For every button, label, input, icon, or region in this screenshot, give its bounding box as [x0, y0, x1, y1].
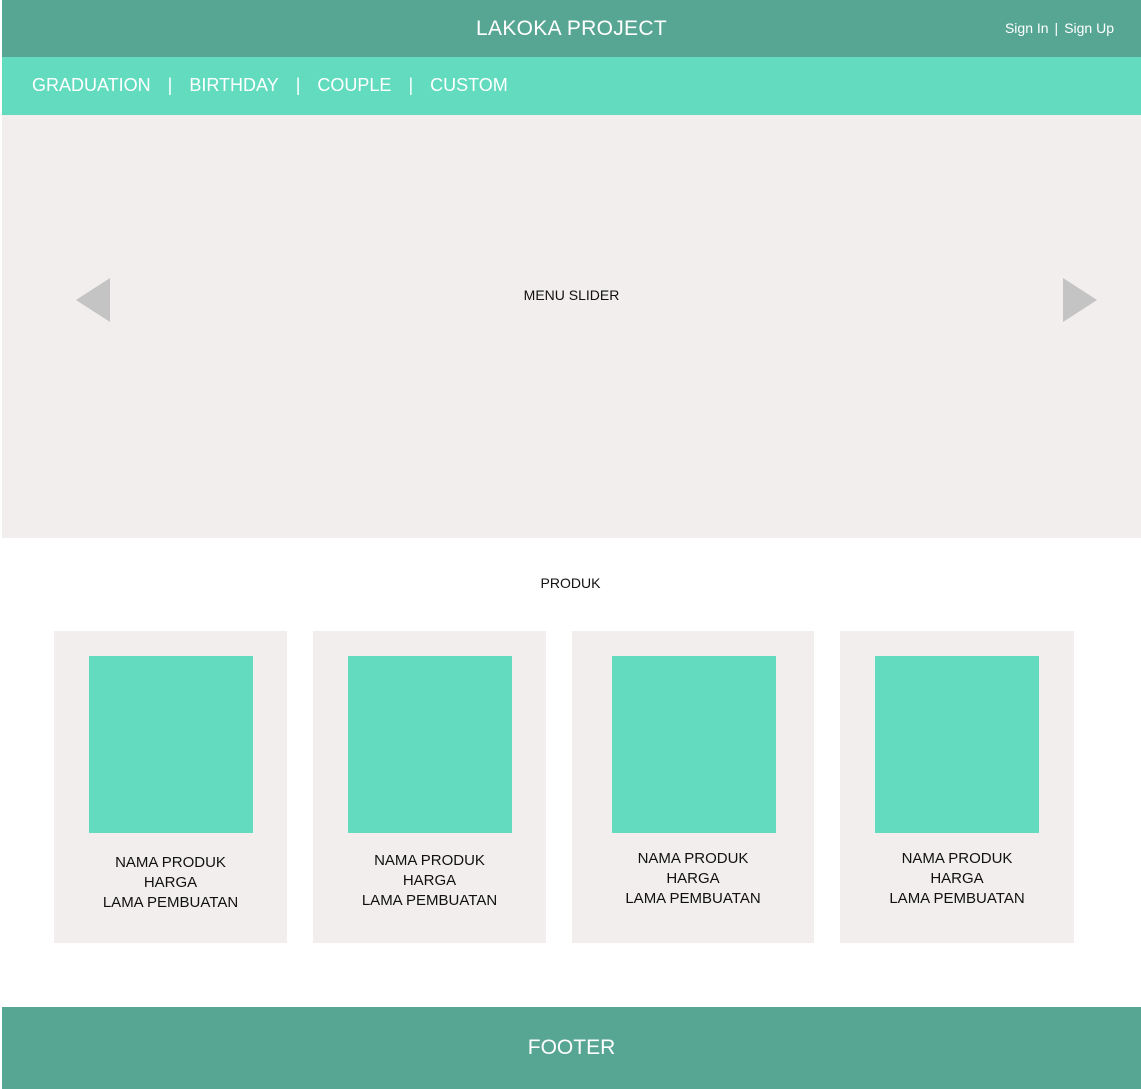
product-name: NAMA PRODUK	[374, 852, 485, 869]
product-info: NAMA PRODUK HARGA LAMA PEMBUATAN	[54, 853, 287, 913]
slider-label: MENU SLIDER	[523, 287, 620, 303]
product-info: NAMA PRODUK HARGA LAMA PEMBUATAN	[572, 849, 814, 909]
sign-up-link[interactable]: Sign Up	[1064, 20, 1114, 36]
product-image	[348, 656, 512, 833]
header-bar: LAKOKA PROJECT Sign In | Sign Up	[2, 0, 1141, 57]
product-price: HARGA	[930, 870, 984, 887]
products-title: PRODUK	[540, 575, 601, 591]
product-duration: LAMA PEMBUATAN	[889, 890, 1025, 907]
product-name: NAMA PRODUK	[901, 850, 1013, 867]
nav-separator: |	[408, 75, 414, 95]
product-image	[89, 656, 253, 833]
product-card[interactable]: NAMA PRODUK HARGA LAMA PEMBUATAN	[840, 631, 1074, 943]
product-name: NAMA PRODUK	[115, 854, 226, 871]
footer-label: FOOTER	[527, 1036, 616, 1059]
product-card[interactable]: NAMA PRODUK HARGA LAMA PEMBUATAN	[54, 631, 287, 943]
nav-item-birthday[interactable]: BIRTHDAY	[189, 75, 278, 95]
product-info: NAMA PRODUK HARGA LAMA PEMBUATAN	[313, 851, 546, 911]
product-duration: LAMA PEMBUATAN	[361, 892, 498, 909]
product-name: NAMA PRODUK	[637, 850, 749, 867]
product-card[interactable]: NAMA PRODUK HARGA LAMA PEMBUATAN	[313, 631, 546, 943]
product-price: HARGA	[402, 872, 457, 889]
product-image	[612, 656, 776, 833]
product-image	[875, 656, 1039, 833]
auth-separator: |	[1054, 20, 1059, 36]
auth-links: Sign In | Sign Up	[1005, 20, 1114, 36]
product-price: HARGA	[143, 874, 198, 891]
nav-separator: |	[167, 75, 173, 95]
nav-separator: |	[295, 75, 301, 95]
product-info: NAMA PRODUK HARGA LAMA PEMBUATAN	[840, 849, 1074, 909]
product-duration: LAMA PEMBUATAN	[625, 890, 761, 907]
page: LAKOKA PROJECT Sign In | Sign Up GRADUATIO…	[0, 0, 1141, 1089]
category-nav: GRADUATION | BIRTHDAY | COUPLE | CUSTOM	[2, 57, 1141, 115]
product-duration: LAMA PEMBUATAN	[102, 894, 239, 911]
footer: FOOTER	[2, 1007, 1141, 1089]
product-price: HARGA	[666, 870, 720, 887]
nav-list: GRADUATION | BIRTHDAY | COUPLE | CUSTOM	[32, 75, 508, 96]
nav-item-custom[interactable]: CUSTOM	[430, 75, 508, 95]
sign-in-link[interactable]: Sign In	[1005, 20, 1049, 36]
menu-slider: MENU SLIDER	[2, 115, 1141, 538]
nav-item-couple[interactable]: COUPLE	[317, 75, 391, 95]
triangle-right-icon[interactable]	[1063, 278, 1097, 322]
site-title: LAKOKA PROJECT	[476, 17, 667, 40]
nav-item-graduation[interactable]: GRADUATION	[32, 75, 151, 95]
product-card[interactable]: NAMA PRODUK HARGA LAMA PEMBUATAN	[572, 631, 814, 943]
